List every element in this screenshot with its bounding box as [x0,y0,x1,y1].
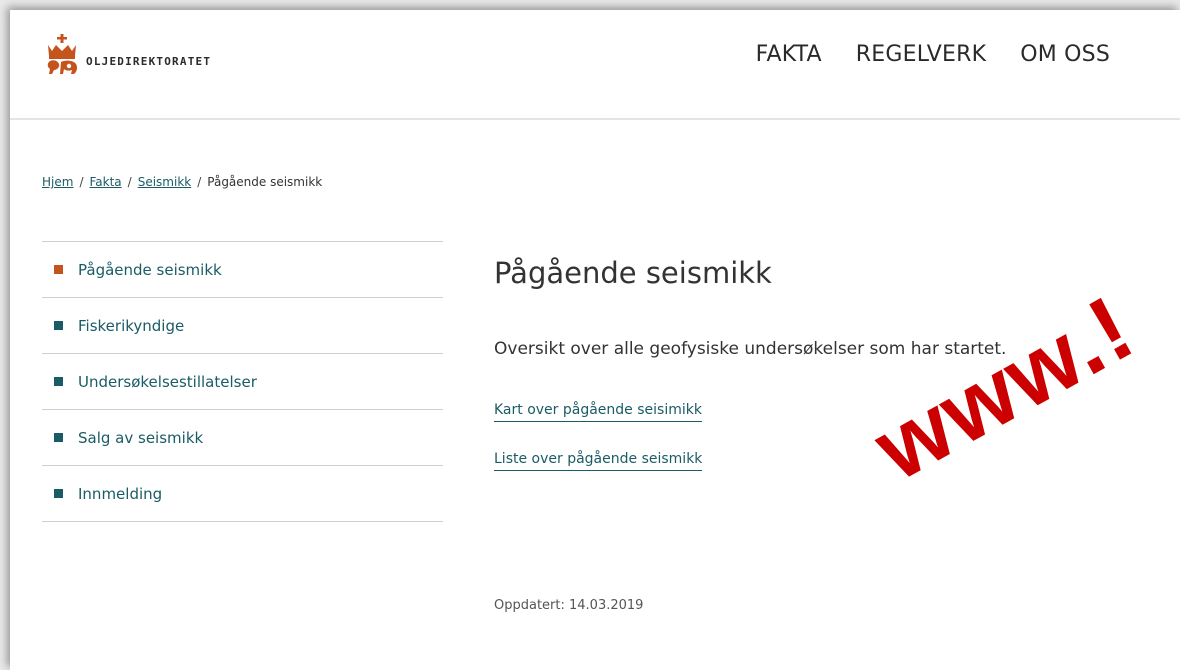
page-title: Pågående seismikk [494,256,772,290]
logo-text: OLJEDIREKTORATET [86,55,212,68]
sidebar-item-undersokelsestillatelser[interactable]: Undersøkelsestillatelser [42,354,443,410]
breadcrumb-current: Pågående seismikk [207,175,323,189]
screenshot-frame: OLJEDIREKTORATET FAKTA REGELVERK OM OSS … [0,0,1180,670]
sidebar-item-salg-av-seismikk[interactable]: Salg av seismikk [42,410,443,466]
nav-regelverk[interactable]: REGELVERK [856,42,986,67]
sidebar-menu: Pågående seismikk Fiskerikyndige Undersø… [42,241,443,522]
sidebar-item-label: Pågående seismikk [78,260,222,279]
sidebar-item-label: Undersøkelsestillatelser [78,372,257,391]
square-bullet-icon [54,433,63,442]
sidebar-item-label: Innmelding [78,484,163,503]
breadcrumb-hjem[interactable]: Hjem [42,175,73,189]
square-bullet-icon [54,321,63,330]
breadcrumb-separator: / [197,175,202,189]
breadcrumb-separator: / [127,175,132,189]
page: OLJEDIREKTORATET FAKTA REGELVERK OM OSS … [10,10,1180,670]
square-bullet-icon [54,265,63,274]
breadcrumb-fakta[interactable]: Fakta [89,175,121,189]
nav-fakta[interactable]: FAKTA [756,42,822,67]
watermark-text: www.! [858,276,1151,501]
breadcrumb-separator: / [79,175,84,189]
sidebar-item-label: Fiskerikyndige [78,316,185,335]
sidebar-item-pagaende-seismikk[interactable]: Pågående seismikk [42,242,443,298]
sidebar-item-fiskerikyndige[interactable]: Fiskerikyndige [42,298,443,354]
sidebar-item-innmelding[interactable]: Innmelding [42,466,443,522]
nav-om-oss[interactable]: OM OSS [1020,42,1110,67]
logo-link[interactable]: OLJEDIREKTORATET [44,34,211,76]
top-navigation: FAKTA REGELVERK OM OSS [756,42,1110,67]
map-link[interactable]: Kart over pågående seisimikk [494,402,702,422]
intro-text: Oversikt over alle geofysiske undersøkel… [494,339,1007,359]
breadcrumb: Hjem / Fakta / Seismikk / Pågående seismikk [42,175,322,189]
breadcrumb-seismikk[interactable]: Seismikk [138,175,192,189]
sidebar-item-label: Salg av seismikk [78,428,204,447]
site-header: OLJEDIREKTORATET FAKTA REGELVERK OM OSS [10,10,1180,120]
square-bullet-icon [54,377,63,386]
updated-date: Oppdatert: 14.03.2019 [494,598,644,613]
square-bullet-icon [54,489,63,498]
list-link[interactable]: Liste over pågående seismikk [494,451,703,471]
crown-lion-logo-icon [47,34,78,74]
